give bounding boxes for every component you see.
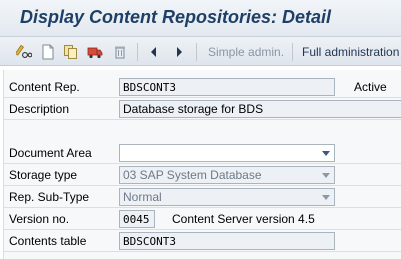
description-row: Description Database storage for BDS [4, 98, 401, 120]
description-label: Description [9, 102, 70, 116]
rep-sub-type-label: Rep. Sub-Type [9, 190, 90, 204]
chevron-down-icon[interactable] [322, 173, 330, 178]
document-area-label: Document Area [9, 146, 92, 160]
title-bar: Display Content Repositories: Detail [0, 0, 401, 36]
storage-type-value: 03 SAP System Database [123, 168, 262, 182]
rep-sub-type-row: Rep. Sub-Type Normal [4, 186, 401, 208]
version-no-field[interactable]: 0045 [119, 210, 155, 228]
version-no-label: Version no. [9, 212, 70, 226]
document-area-row: Document Area [4, 142, 401, 164]
pencil-glasses-icon[interactable] [16, 44, 32, 60]
transport-icon[interactable] [87, 44, 103, 60]
toolbar-separator [137, 43, 138, 61]
version-info-text: Content Server version 4.5 [172, 212, 315, 226]
storage-type-label: Storage type [9, 168, 78, 182]
content-rep-label: Content Rep. [9, 80, 80, 94]
application-toolbar: Simple admin. Full administration [0, 36, 401, 66]
previous-icon[interactable] [146, 44, 162, 60]
new-document-icon[interactable] [40, 44, 56, 60]
delete-icon[interactable] [112, 44, 128, 60]
copy-icon[interactable] [63, 44, 79, 60]
contents-table-label: Contents table [9, 234, 87, 248]
rep-sub-type-value: Normal [123, 190, 162, 204]
toolbar-separator [292, 43, 293, 61]
rep-sub-type-dropdown[interactable]: Normal [119, 188, 335, 206]
contents-table-row: Contents table BDSCONT3 [4, 230, 401, 252]
chevron-down-icon[interactable] [322, 195, 330, 200]
chevron-down-icon[interactable] [322, 151, 330, 156]
storage-type-row: Storage type 03 SAP System Database [4, 164, 401, 186]
content-rep-field[interactable]: BDSCONT3 [119, 78, 335, 96]
status-text: Active [354, 80, 387, 94]
next-icon[interactable] [171, 44, 187, 60]
detail-form: Content Rep. BDSCONT3 Active Description… [3, 70, 401, 259]
simple-admin-button[interactable]: Simple admin. [208, 45, 284, 59]
contents-table-field[interactable]: BDSCONT3 [119, 232, 335, 250]
toolbar-separator [196, 43, 197, 61]
content-rep-row: Content Rep. BDSCONT3 Active [4, 76, 401, 98]
storage-type-dropdown[interactable]: 03 SAP System Database [119, 166, 335, 184]
window-title: Display Content Repositories: Detail [20, 7, 332, 27]
description-field[interactable]: Database storage for BDS [119, 100, 401, 118]
full-administration-button[interactable]: Full administration [302, 45, 399, 59]
version-no-row: Version no. 0045 Content Server version … [4, 208, 401, 230]
document-area-dropdown[interactable] [119, 144, 335, 162]
